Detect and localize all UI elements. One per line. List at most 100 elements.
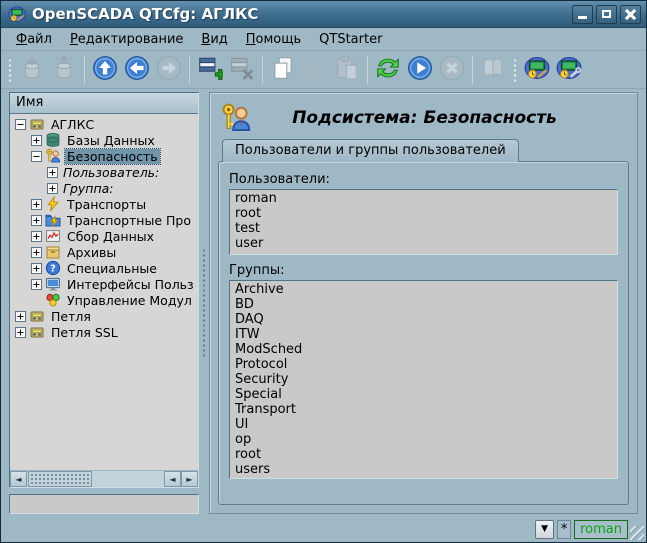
tree-item-петля-ssl[interactable]: Петля SSL	[12, 324, 198, 340]
status-dropdown-button[interactable]: ▼	[535, 519, 555, 539]
group-list-item[interactable]: DAQ	[230, 312, 617, 327]
user-list-item[interactable]: root	[230, 206, 617, 221]
daq-icon	[45, 228, 61, 244]
add-item-button[interactable]	[194, 54, 226, 86]
tab-users-groups[interactable]: Пользователи и группы пользователей	[222, 139, 519, 162]
menu-item-5[interactable]: QTStarter	[310, 30, 391, 49]
current-user-badge[interactable]: roman	[574, 519, 628, 539]
stop-icon	[439, 55, 465, 84]
toolbar-drag-handle[interactable]	[512, 56, 518, 83]
tree-column-header[interactable]: Имя	[10, 93, 198, 114]
group-list-item[interactable]: BD	[230, 297, 617, 312]
user-list-item[interactable]: test	[230, 221, 617, 236]
collapse-icon[interactable]	[31, 150, 42, 162]
toolbar-separator	[472, 55, 473, 84]
tree-item-аглкс[interactable]: АГЛКС	[12, 116, 198, 132]
minimize-button[interactable]	[572, 4, 593, 24]
paste-item-icon	[334, 55, 360, 84]
expand-icon[interactable]	[31, 262, 42, 274]
nav-back-icon	[124, 55, 150, 84]
scroll-right-icon[interactable]: ►	[181, 471, 198, 487]
qtcfg-app-button[interactable]	[521, 54, 553, 86]
scrollbar-thumb[interactable]	[28, 471, 92, 487]
panel-title: Подсистема: Безопасность	[292, 108, 557, 128]
user-list-item[interactable]: user	[230, 236, 617, 251]
expand-icon[interactable]	[31, 198, 42, 210]
refresh-button[interactable]	[372, 54, 404, 86]
tree-item-архивы[interactable]: Архивы	[12, 244, 198, 260]
expand-icon[interactable]	[31, 134, 42, 146]
groups-listbox[interactable]: Archive BD DAQ ITW ModSched Protocol Security S…	[229, 280, 618, 479]
nav-up-button[interactable]	[89, 54, 121, 86]
menu-item-2[interactable]: Редактирование	[61, 30, 192, 49]
manual-icon	[480, 55, 506, 84]
remove-item-button	[226, 54, 258, 86]
menu-item-1[interactable]: Файл	[7, 30, 61, 49]
scroll-left-icon[interactable]: ◄	[10, 471, 27, 487]
maximize-button[interactable]	[596, 4, 617, 24]
nav-back-button[interactable]	[121, 54, 153, 86]
station-icon	[29, 116, 45, 132]
expand-icon[interactable]	[31, 230, 42, 242]
qtstarter-config-button[interactable]	[553, 54, 585, 86]
group-list-item[interactable]: op	[230, 432, 617, 447]
toolbar-drag-handle[interactable]	[7, 56, 13, 83]
tree-item-интерфейсы-польз[interactable]: Интерфейсы Польз	[12, 276, 198, 292]
expand-icon[interactable]	[31, 214, 42, 226]
app-window: OpenSCADA QTCfg: АГЛКС Файл Редактировани…	[0, 0, 647, 543]
expand-icon[interactable]	[31, 246, 42, 258]
tree-item-label: Интерфейсы Польз	[67, 276, 194, 292]
tree-item-транспортные-про[interactable]: Транспортные Про	[12, 212, 198, 228]
expand-icon[interactable]	[15, 310, 26, 322]
tree-item-пользователь[interactable]: Пользователь:	[12, 164, 198, 180]
tree-horizontal-scrollbar[interactable]: ◄ ◄ ►	[10, 470, 198, 487]
users-listbox[interactable]: roman root test user	[229, 189, 618, 255]
expand-icon[interactable]	[15, 326, 26, 338]
scroll-left2-icon[interactable]: ◄	[164, 471, 181, 487]
panel-splitter[interactable]	[199, 92, 209, 514]
tree-item-сбор-данных[interactable]: Сбор Данных	[12, 228, 198, 244]
copy-item-button[interactable]	[267, 54, 299, 86]
group-list-item[interactable]: UI	[230, 417, 617, 432]
group-list-item[interactable]: ModSched	[230, 342, 617, 357]
group-list-item[interactable]: Security	[230, 372, 617, 387]
tabbar: Пользователи и группы пользователей	[218, 139, 629, 162]
expand-icon[interactable]	[47, 166, 58, 178]
groups-label: Группы:	[229, 263, 285, 278]
titlebar[interactable]: OpenSCADA QTCfg: АГЛКС	[1, 1, 646, 28]
expand-icon[interactable]	[47, 182, 58, 194]
group-list-item[interactable]: ITW	[230, 327, 617, 342]
collapse-icon[interactable]	[15, 118, 26, 130]
nav-forward-icon	[156, 55, 182, 84]
close-button[interactable]	[620, 4, 641, 24]
expand-icon[interactable]	[31, 278, 42, 290]
tree-widget: Имя АГЛКС Базы Данных Безопасность Пользова…	[9, 92, 199, 488]
tree-item-безопасность[interactable]: Безопасность	[12, 147, 198, 165]
tree-filter-input[interactable]	[9, 494, 199, 514]
tab-content: Пользователи: roman root test user Группы: …	[218, 161, 629, 505]
toolbar-separator	[84, 55, 85, 84]
start-button[interactable]	[404, 54, 436, 86]
tree-item-label: Транспортные Про	[67, 212, 191, 228]
resize-grip[interactable]	[630, 526, 644, 540]
openscada-app-icon	[8, 5, 26, 23]
subsystem-panel: Подсистема: Безопасность Пользователи и …	[209, 92, 638, 514]
group-list-item[interactable]: Transport	[230, 402, 617, 417]
tree-item-управление-модул[interactable]: Управление Модул	[12, 292, 198, 308]
group-list-item[interactable]: Special	[230, 387, 617, 402]
load-from-db-icon	[19, 55, 45, 84]
tree-item-специальные[interactable]: ? Специальные	[12, 260, 198, 276]
group-list-item[interactable]: Protocol	[230, 357, 617, 372]
group-list-item[interactable]: root	[230, 447, 617, 462]
scrollbar-track[interactable]	[92, 471, 164, 487]
group-list-item[interactable]: users	[230, 462, 617, 477]
group-list-item[interactable]: Archive	[230, 282, 617, 297]
tree-item-базы-данных[interactable]: Базы Данных	[12, 132, 198, 148]
user-list-item[interactable]: roman	[230, 191, 617, 206]
tree-item-петля[interactable]: Петля	[12, 308, 198, 324]
tree-item-группа[interactable]: Группа:	[12, 180, 198, 196]
tree-item-транспорты[interactable]: Транспорты	[12, 196, 198, 212]
menu-item-3[interactable]: Вид	[192, 30, 236, 49]
transport-protocol-icon	[45, 212, 61, 228]
menu-item-4[interactable]: Помощь	[237, 30, 310, 49]
